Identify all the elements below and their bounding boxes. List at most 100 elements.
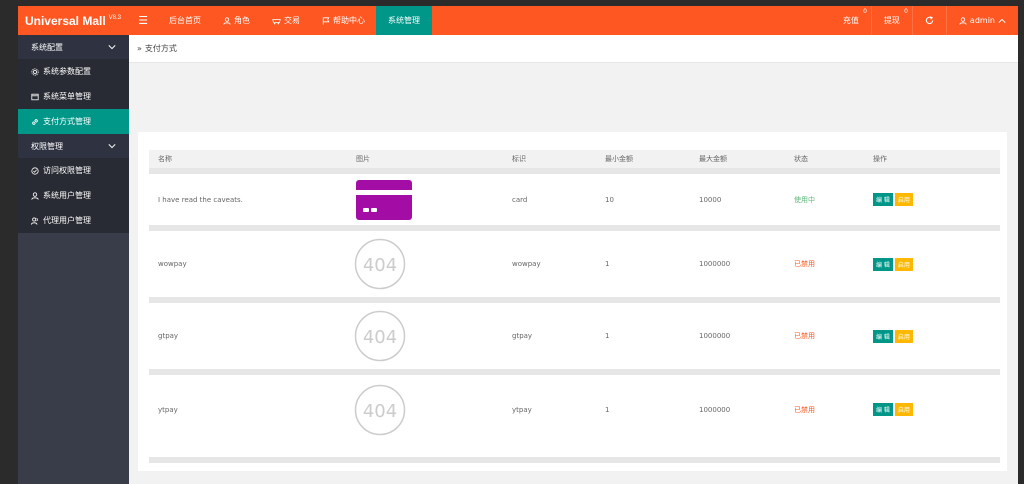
logo[interactable]: Universal Mall V8.3 bbox=[18, 6, 128, 35]
sidebar-item-menu[interactable]: 系统菜单管理 bbox=[18, 84, 129, 109]
cell-code: ytpay bbox=[512, 405, 532, 414]
sidebar-group-system-config[interactable]: 系统配置 bbox=[18, 35, 129, 59]
user-icon bbox=[223, 16, 231, 25]
withdraw-button[interactable]: 提现 0 bbox=[872, 6, 912, 35]
payment-table-panel: 名称 图片 标识 最小金额 最大金额 状态 操作 I have read the… bbox=[138, 132, 1007, 471]
cell-actions: 编 辑启用 bbox=[864, 228, 1000, 300]
cell-min: 1 bbox=[605, 260, 610, 268]
user-icon bbox=[31, 191, 39, 200]
chevron-down-icon bbox=[108, 45, 116, 50]
col-status: 状态 bbox=[794, 155, 808, 163]
chevron-down-icon bbox=[108, 144, 116, 149]
top-nav: 后台首页 角色 交易 帮助中心 系统管理 bbox=[158, 6, 432, 35]
table-row: wowpay 404 wowpay 1 1000000 已禁用 编 辑启用 bbox=[149, 228, 1000, 300]
col-image: 图片 bbox=[356, 155, 370, 163]
user-name: admin bbox=[969, 16, 995, 25]
col-name: 名称 bbox=[158, 155, 172, 163]
cell-max: 10000 bbox=[699, 195, 722, 204]
table-row: gtpay 404 gtpay 1 1000000 已禁用 编 辑启用 bbox=[149, 300, 1000, 372]
main-content: » 支付方式 名称 图片 标识 最小金额 最大金额 状态 操作 I have r… bbox=[129, 35, 1018, 484]
recharge-badge: 0 bbox=[863, 8, 867, 15]
cell-code: card bbox=[512, 195, 528, 204]
nav-system[interactable]: 系统管理 bbox=[376, 6, 432, 35]
cell-name: ytpay bbox=[158, 405, 178, 414]
group-label: 权限管理 bbox=[31, 141, 63, 151]
header-right: 充值 0 提现 0 admin bbox=[831, 6, 1018, 35]
sidebar-item-params[interactable]: 系统参数配置 bbox=[18, 59, 129, 84]
edit-button[interactable]: 编 辑 bbox=[873, 403, 893, 416]
nav-help[interactable]: 帮助中心 bbox=[311, 6, 376, 35]
sidebar-group-permission[interactable]: 权限管理 bbox=[18, 134, 129, 158]
enable-button[interactable]: 启用 bbox=[894, 403, 913, 416]
sidebar-item-access[interactable]: 访问权限管理 bbox=[18, 158, 129, 183]
cell-code: gtpay bbox=[512, 332, 533, 340]
cell-max: 1000000 bbox=[699, 260, 731, 268]
image-404-placeholder: 404 bbox=[354, 238, 406, 290]
sidebar-item-label: 系统用户管理 bbox=[43, 191, 91, 200]
card-image bbox=[356, 179, 412, 220]
cell-image: 404 bbox=[347, 372, 503, 444]
sidebar: 系统配置 系统参数配置 系统菜单管理 支付方式管理 权限管理 访问权限管理 系统… bbox=[18, 35, 129, 484]
nav-trade-label: 交易 bbox=[284, 16, 300, 25]
cell-min: 1 bbox=[605, 405, 610, 414]
cell-min: 10 bbox=[605, 195, 614, 204]
sidebar-item-label: 代理用户管理 bbox=[43, 216, 91, 225]
status-badge: 已禁用 bbox=[794, 332, 815, 340]
user-menu[interactable]: admin bbox=[947, 6, 1018, 35]
check-circle-icon bbox=[31, 166, 39, 175]
sidebar-item-label: 支付方式管理 bbox=[43, 117, 91, 126]
col-max: 最大金额 bbox=[699, 155, 727, 163]
table-bottom-border bbox=[149, 457, 1000, 463]
breadcrumb-label[interactable]: 支付方式 bbox=[145, 43, 177, 54]
sidebar-submenu-1: 系统参数配置 系统菜单管理 支付方式管理 bbox=[18, 59, 129, 134]
nav-role-label: 角色 bbox=[234, 16, 250, 25]
version-label: V8.3 bbox=[108, 14, 122, 21]
col-code: 标识 bbox=[512, 155, 526, 163]
sidebar-item-label: 系统参数配置 bbox=[43, 67, 91, 76]
cell-image: 404 bbox=[347, 228, 503, 300]
cell-name: I have read the caveats. bbox=[158, 195, 243, 204]
edit-button[interactable]: 编 辑 bbox=[873, 329, 893, 343]
status-badge: 已禁用 bbox=[794, 405, 815, 414]
sidebar-item-sysusers[interactable]: 系统用户管理 bbox=[18, 183, 129, 208]
sidebar-item-agents[interactable]: 代理用户管理 bbox=[18, 208, 129, 233]
cell-name: wowpay bbox=[158, 260, 187, 268]
nav-home[interactable]: 后台首页 bbox=[158, 6, 212, 35]
recharge-label: 充值 bbox=[842, 16, 859, 25]
group-label: 系统配置 bbox=[31, 42, 63, 52]
image-404-placeholder: 404 bbox=[354, 310, 406, 362]
nav-system-label: 系统管理 bbox=[388, 16, 420, 25]
edit-button[interactable]: 编 辑 bbox=[873, 257, 893, 271]
cell-name: gtpay bbox=[158, 332, 179, 340]
cell-image bbox=[347, 171, 503, 228]
enable-button[interactable]: 启用 bbox=[894, 329, 913, 343]
cell-actions: 编 辑启用 bbox=[864, 171, 1000, 228]
cell-code: wowpay bbox=[512, 260, 541, 268]
refresh-icon bbox=[925, 16, 934, 25]
link-icon bbox=[32, 118, 38, 125]
image-404-text: 404 bbox=[363, 255, 397, 276]
chevron-up-icon bbox=[998, 18, 1006, 23]
refresh-button[interactable] bbox=[913, 6, 946, 35]
cell-actions: 编 辑启用 bbox=[864, 300, 1000, 372]
enable-button[interactable]: 启用 bbox=[894, 193, 913, 206]
enable-button[interactable]: 启用 bbox=[894, 257, 913, 271]
sidebar-submenu-2: 访问权限管理 系统用户管理 代理用户管理 bbox=[18, 158, 129, 233]
breadcrumb: » 支付方式 bbox=[129, 35, 1018, 63]
nav-trade[interactable]: 交易 bbox=[261, 6, 311, 35]
status-badge: 已禁用 bbox=[794, 260, 815, 268]
edit-button[interactable]: 编 辑 bbox=[873, 193, 893, 206]
cell-actions: 编 辑启用 bbox=[864, 372, 1000, 444]
cell-min: 1 bbox=[605, 332, 610, 340]
flag-icon bbox=[322, 16, 330, 25]
window-icon bbox=[31, 93, 39, 100]
menu-toggle-icon[interactable]: ☰ bbox=[128, 6, 158, 35]
sidebar-item-label: 系统菜单管理 bbox=[43, 92, 91, 101]
sidebar-item-payment[interactable]: 支付方式管理 bbox=[18, 109, 129, 134]
withdraw-label: 提现 bbox=[883, 16, 900, 25]
payment-table: 名称 图片 标识 最小金额 最大金额 状态 操作 I have read the… bbox=[149, 150, 1000, 444]
cell-image: 404 bbox=[347, 300, 503, 372]
withdraw-badge: 0 bbox=[904, 8, 908, 15]
nav-role[interactable]: 角色 bbox=[212, 6, 261, 35]
recharge-button[interactable]: 充值 0 bbox=[831, 6, 871, 35]
